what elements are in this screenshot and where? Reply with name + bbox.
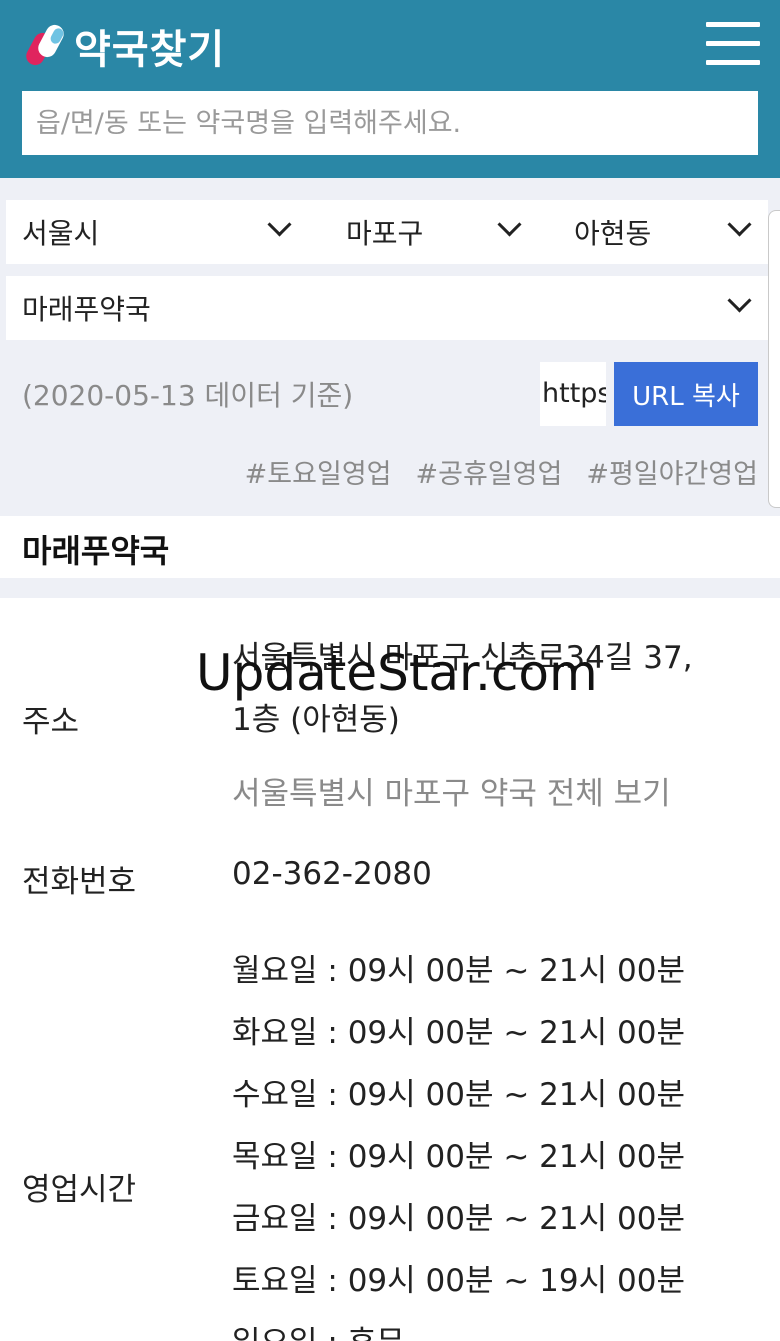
chevron-down-icon[interactable] <box>728 218 750 240</box>
tag-weeknight[interactable]: #평일야간영업 <box>586 452 758 491</box>
city-select[interactable]: 서울시 <box>22 200 99 264</box>
hamburger-menu-icon[interactable] <box>706 22 760 66</box>
app-title: 약국찾기 <box>74 27 226 73</box>
section-divider <box>0 578 780 598</box>
hours-saturday: 토요일 : 09시 00분 ~ 19시 00분 <box>232 1263 685 1299</box>
hours-sunday: 일요일 : 휴무 <box>232 1312 685 1341</box>
hours-tuesday: 화요일 : 09시 00분 ~ 21시 00분 <box>232 1015 685 1051</box>
tag-holiday[interactable]: #공휴일영업 <box>416 452 563 491</box>
app-header: 약국찾기 <box>0 0 780 178</box>
pill-icon <box>23 21 68 70</box>
phone-label: 전화번호 <box>22 864 137 900</box>
hours-monday: 월요일 : 09시 00분 ~ 21시 00분 <box>232 953 685 989</box>
chevron-down-icon[interactable] <box>728 294 750 316</box>
pharmacy-select-row: 마래푸약국 <box>6 276 768 340</box>
tag-list: #토요일영업 #공휴일영업 #평일야간영업 <box>245 452 758 491</box>
url-field[interactable]: https <box>540 362 606 426</box>
view-all-pharmacies-link[interactable]: 서울특별시 마포구 약국 전체 보기 <box>232 768 671 813</box>
copy-url-button[interactable]: URL 복사 <box>614 362 758 426</box>
phone-number[interactable]: 02-362-2080 <box>232 856 432 892</box>
hours-list: 월요일 : 09시 00분 ~ 21시 00분 화요일 : 09시 00분 ~ … <box>232 940 685 1341</box>
address-label: 주소 <box>22 704 80 740</box>
hours-thursday: 목요일 : 09시 00분 ~ 21시 00분 <box>232 1139 685 1175</box>
watermark: UpdateStar.com <box>196 644 598 702</box>
app-logo[interactable]: 약국찾기 <box>23 18 226 74</box>
pharmacy-select[interactable]: 마래푸약국 <box>22 276 151 340</box>
hours-friday: 금요일 : 09시 00분 ~ 21시 00분 <box>232 1201 685 1237</box>
district-select[interactable]: 마포구 <box>346 200 423 264</box>
chevron-down-icon[interactable] <box>498 218 520 240</box>
chevron-down-icon[interactable] <box>268 218 290 240</box>
hours-label: 영업시간 <box>22 1172 137 1208</box>
tag-saturday[interactable]: #토요일영업 <box>245 452 392 491</box>
scrollbar[interactable] <box>768 210 780 508</box>
pharmacy-name-heading: 마래푸약국 <box>22 532 170 570</box>
hours-wednesday: 수요일 : 09시 00분 ~ 21시 00분 <box>232 1077 685 1113</box>
search-input[interactable] <box>22 91 758 155</box>
dong-select[interactable]: 아현동 <box>574 200 651 264</box>
data-date-note: (2020-05-13 데이터 기준) <box>22 379 354 412</box>
region-select-row: 서울시 마포구 아현동 <box>6 200 768 264</box>
